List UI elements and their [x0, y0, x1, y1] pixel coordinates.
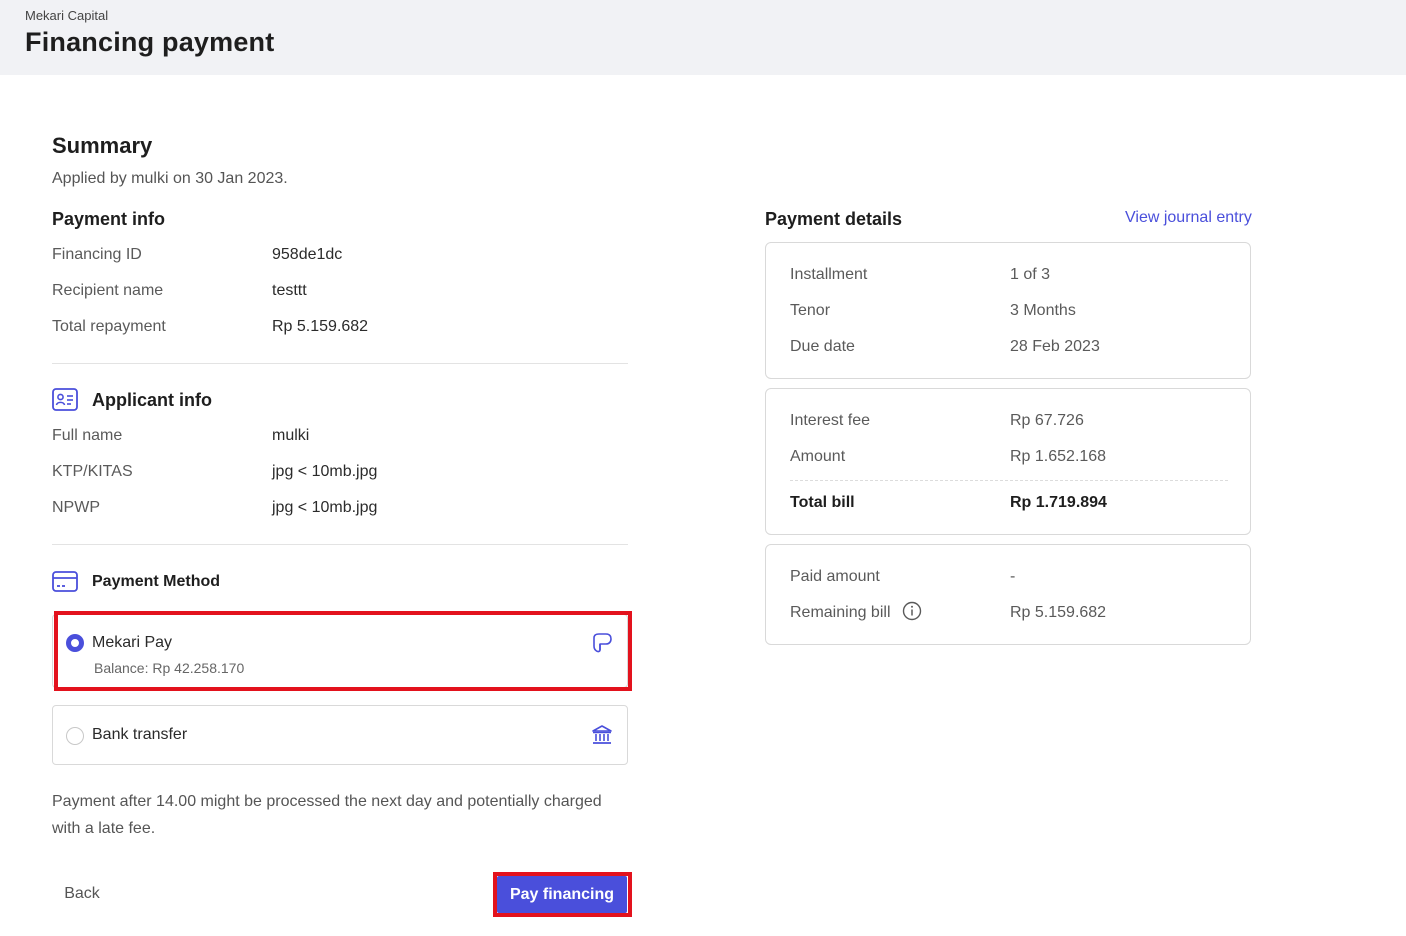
total-bill-label: Total bill [790, 494, 855, 511]
ktp-label: KTP/KITAS [52, 463, 133, 480]
recipient-name-label: Recipient name [52, 282, 164, 299]
total-bill-value: Rp 1.719.894 [1010, 494, 1107, 511]
back-button[interactable]: Back [52, 878, 112, 910]
financing-id-label: Financing ID [52, 246, 142, 263]
payment-option-bank-transfer[interactable]: Bank transfer [52, 705, 628, 765]
divider [52, 363, 628, 364]
view-journal-entry-link[interactable]: View journal entry [1125, 209, 1252, 227]
installment-card: Installment 1 of 3 Tenor 3 Months Due da… [765, 242, 1251, 379]
installment-label: Installment [790, 266, 868, 283]
full-name-value: mulki [272, 427, 310, 444]
breadcrumb: Mekari Capital [25, 8, 109, 23]
payment-details-title: Payment details [765, 209, 903, 229]
recipient-name-value: testtt [272, 282, 307, 299]
info-icon[interactable] [902, 601, 922, 621]
pay-financing-button[interactable]: Pay financing [497, 876, 627, 913]
remaining-bill-value: Rp 5.159.682 [1010, 604, 1107, 621]
interest-fee-value: Rp 67.726 [1010, 412, 1084, 429]
divider [52, 544, 628, 545]
total-repayment-label: Total repayment [52, 318, 166, 335]
total-repayment-value: Rp 5.159.682 [272, 318, 369, 335]
interest-fee-label: Interest fee [790, 412, 871, 429]
bank-icon [591, 724, 613, 746]
full-name-label: Full name [52, 427, 123, 444]
paid-amount-label: Paid amount [790, 568, 880, 585]
bank-transfer-label: Bank transfer [92, 726, 188, 743]
paid-card: Paid amount - Remaining bill Rp 5.159.68… [765, 544, 1251, 645]
financing-id-value: 958de1dc [272, 246, 343, 263]
summary-title: Summary [52, 133, 153, 158]
bank-transfer-radio[interactable] [66, 727, 84, 745]
paid-amount-value: - [1010, 568, 1016, 585]
due-date-label: Due date [790, 338, 855, 355]
applicant-info-title: Applicant info [92, 390, 212, 410]
amount-label: Amount [790, 448, 846, 465]
dashed-divider [790, 480, 1228, 481]
highlight-box [54, 611, 632, 691]
due-date-value: 28 Feb 2023 [1010, 338, 1100, 355]
payment-method-title: Payment Method [92, 573, 221, 590]
tenor-label: Tenor [790, 302, 831, 319]
id-card-icon [52, 388, 78, 412]
remaining-bill-label: Remaining bill [790, 604, 891, 621]
applied-text: Applied by mulki on 30 Jan 2023. [52, 170, 288, 187]
installment-value: 1 of 3 [1010, 266, 1051, 283]
page-header: Mekari Capital Financing payment [0, 0, 1406, 75]
payment-info-title: Payment info [52, 209, 166, 229]
bill-card: Interest fee Rp 67.726 Amount Rp 1.652.1… [765, 388, 1251, 535]
npwp-label: NPWP [52, 499, 100, 516]
amount-value: Rp 1.652.168 [1010, 448, 1107, 465]
npwp-file-link[interactable]: jpg < 10mb.jpg [272, 499, 377, 517]
late-fee-note: Payment after 14.00 might be processed t… [52, 793, 602, 837]
tenor-value: 3 Months [1010, 302, 1076, 319]
ktp-file-link[interactable]: jpg < 10mb.jpg [272, 463, 377, 481]
page-title: Financing payment [25, 27, 275, 57]
credit-card-icon [52, 570, 78, 594]
